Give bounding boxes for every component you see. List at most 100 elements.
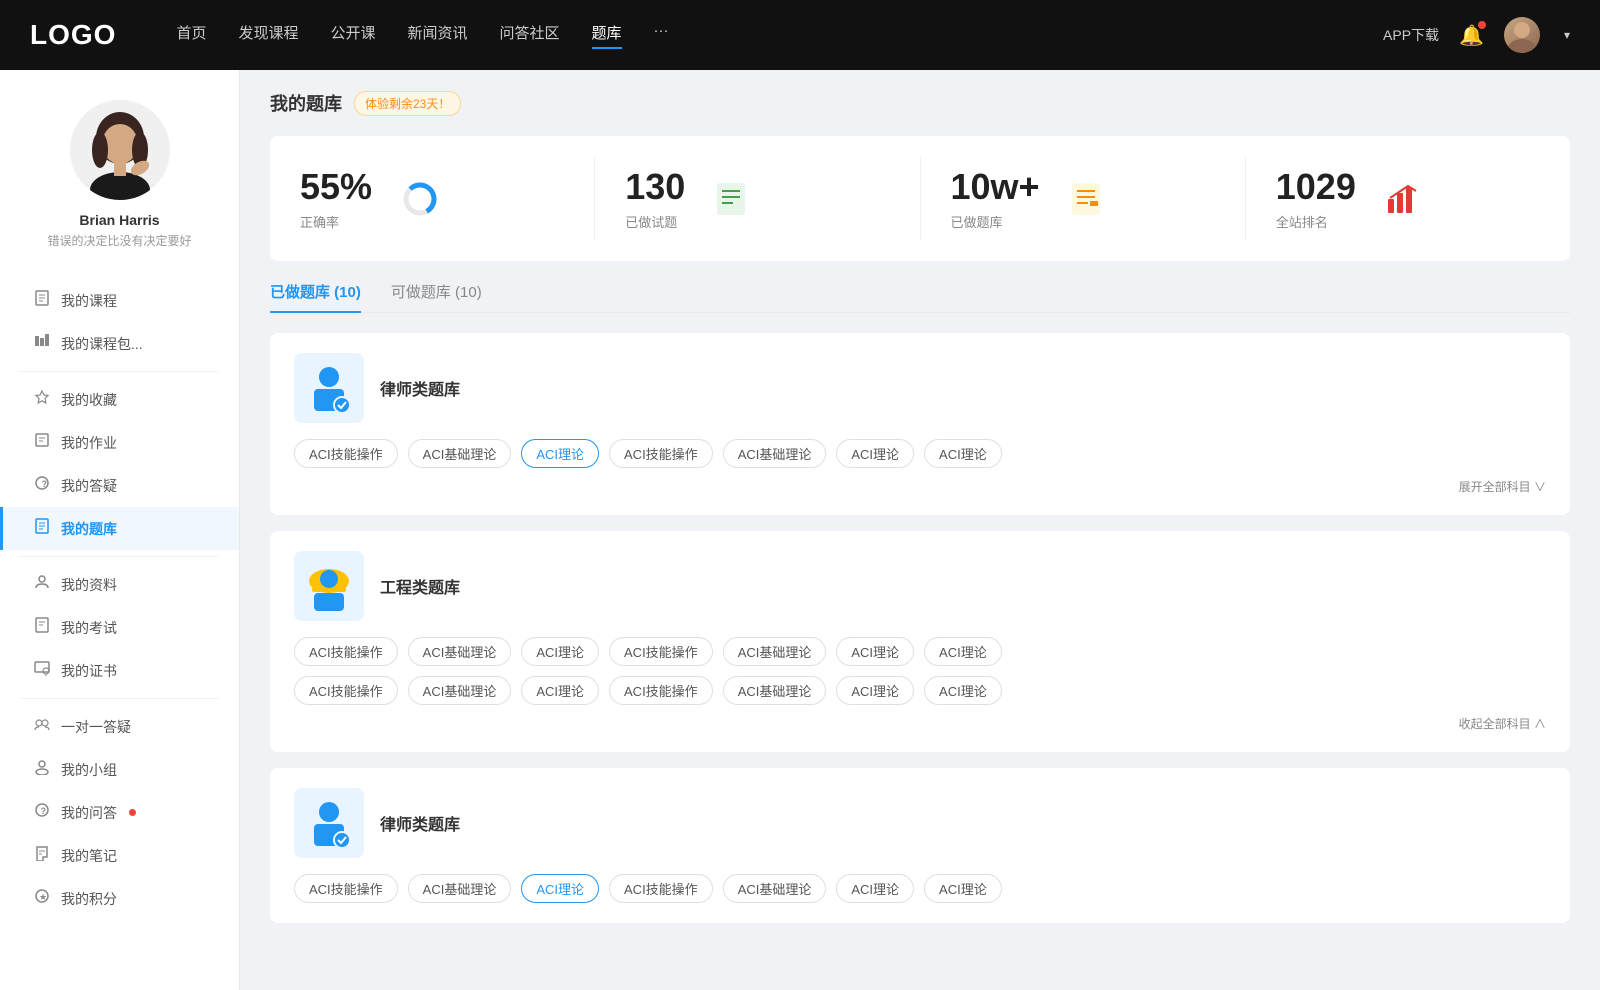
tag[interactable]: ACI理论 xyxy=(836,439,914,468)
tag[interactable]: ACI理论 xyxy=(924,439,1002,468)
expand-link-lawyer1[interactable]: 展开全部科目 ∨ xyxy=(294,478,1546,495)
tag[interactable]: ACI理论 xyxy=(836,676,914,705)
sidebar-item-questions[interactable]: ? 我的问答 xyxy=(0,791,239,834)
stat-banks-done: 10w+ 已做题库 xyxy=(921,156,1246,241)
sidebar-label-group: 我的小组 xyxy=(61,760,117,780)
tag[interactable]: ACI技能操作 xyxy=(609,439,713,468)
page-title: 我的题库 xyxy=(270,90,342,116)
svg-text:?: ? xyxy=(41,806,47,816)
accuracy-donut-icon xyxy=(400,179,440,219)
tag[interactable]: ACI基础理论 xyxy=(723,676,827,705)
nav-open-course[interactable]: 公开课 xyxy=(330,22,375,49)
tag[interactable]: ACI技能操作 xyxy=(609,874,713,903)
nav-home[interactable]: 首页 xyxy=(176,22,206,49)
nav-more[interactable]: ··· xyxy=(654,22,669,49)
sidebar-item-qa[interactable]: ? 我的答疑 xyxy=(0,464,239,507)
tag[interactable]: ACI基础理论 xyxy=(723,439,827,468)
homework-icon xyxy=(33,432,51,453)
sidebar-item-homework[interactable]: 我的作业 xyxy=(0,421,239,464)
course-package-icon xyxy=(33,333,51,354)
sidebar-item-profile[interactable]: 我的资料 xyxy=(0,563,239,606)
tag[interactable]: ACI基础理论 xyxy=(408,874,512,903)
sidebar-nav: 我的课程 我的课程包... 我的收藏 我的作业 xyxy=(0,279,239,920)
engineer-icon-wrap xyxy=(294,551,364,621)
tag[interactable]: ACI技能操作 xyxy=(609,676,713,705)
category-tags-engineer-row1: ACI技能操作 ACI基础理论 ACI理论 ACI技能操作 ACI基础理论 AC… xyxy=(294,637,1546,666)
sidebar-item-certificate[interactable]: 我的证书 xyxy=(0,649,239,692)
tag[interactable]: ACI基础理论 xyxy=(723,874,827,903)
category-tags-lawyer2: ACI技能操作 ACI基础理论 ACI理论 ACI技能操作 ACI基础理论 AC… xyxy=(294,874,1546,903)
accuracy-label: 正确率 xyxy=(300,212,384,231)
tag[interactable]: ACI理论 xyxy=(836,637,914,666)
ranking-icon xyxy=(1384,181,1420,217)
avatar[interactable] xyxy=(1504,17,1540,53)
stat-accuracy: 55% 正确率 xyxy=(270,156,595,241)
tag[interactable]: ACI基础理论 xyxy=(408,637,512,666)
collapse-link-engineer[interactable]: 收起全部科目 ∧ xyxy=(294,715,1546,732)
sidebar-item-my-courses[interactable]: 我的课程 xyxy=(0,279,239,322)
sidebar-item-notes[interactable]: 我的笔记 xyxy=(0,834,239,877)
questions-done-number: 130 xyxy=(625,166,685,208)
tag[interactable]: ACI技能操作 xyxy=(294,637,398,666)
app-download-button[interactable]: APP下载 xyxy=(1383,25,1439,45)
category-tags-lawyer1: ACI技能操作 ACI基础理论 ACI理论 ACI技能操作 ACI基础理论 AC… xyxy=(294,439,1546,468)
tag[interactable]: ACI技能操作 xyxy=(294,874,398,903)
tag[interactable]: ACI理论 xyxy=(924,874,1002,903)
sidebar-item-quiz-bank[interactable]: 我的题库 xyxy=(0,507,239,550)
lawyer-category-icon xyxy=(304,361,354,415)
category-title-lawyer1: 律师类题库 xyxy=(380,376,460,400)
tag[interactable]: ACI技能操作 xyxy=(609,637,713,666)
sidebar-item-course-package[interactable]: 我的课程包... xyxy=(0,322,239,365)
quiz-bank-icon xyxy=(33,518,51,539)
tag-active[interactable]: ACI理论 xyxy=(521,439,599,468)
user-name: Brian Harris xyxy=(79,212,159,228)
favorites-icon xyxy=(33,389,51,410)
sidebar-item-tutoring[interactable]: 一对一答疑 xyxy=(0,705,239,748)
sidebar-item-exam[interactable]: 我的考试 xyxy=(0,606,239,649)
notification-bell-icon[interactable]: 🔔 xyxy=(1459,23,1484,48)
lawyer-icon-wrap xyxy=(294,353,364,423)
tag[interactable]: ACI技能操作 xyxy=(294,676,398,705)
tag[interactable]: ACI理论 xyxy=(924,637,1002,666)
tab-done-banks[interactable]: 已做题库 (10) xyxy=(270,281,361,312)
tag[interactable]: ACI基础理论 xyxy=(723,637,827,666)
user-motto: 错误的决定比没有决定要好 xyxy=(47,232,191,249)
category-header-engineer: 工程类题库 xyxy=(294,551,1546,621)
sidebar-item-group[interactable]: 我的小组 xyxy=(0,748,239,791)
tag[interactable]: ACI理论 xyxy=(836,874,914,903)
nav-quiz[interactable]: 题库 xyxy=(592,22,622,49)
ranking-number: 1029 xyxy=(1276,166,1356,208)
profile-icon xyxy=(33,574,51,595)
category-card-lawyer2: 律师类题库 ACI技能操作 ACI基础理论 ACI理论 ACI技能操作 ACI基… xyxy=(270,768,1570,923)
svg-text:?: ? xyxy=(42,479,48,489)
category-header-lawyer2: 律师类题库 xyxy=(294,788,1546,858)
tag[interactable]: ACI理论 xyxy=(521,676,599,705)
accuracy-number: 55% xyxy=(300,166,372,208)
tag[interactable]: ACI理论 xyxy=(924,676,1002,705)
tag[interactable]: ACI技能操作 xyxy=(294,439,398,468)
tag[interactable]: ACI基础理论 xyxy=(408,676,512,705)
stat-ranking: 1029 全站排名 xyxy=(1246,156,1570,241)
user-avatar-icon xyxy=(70,100,170,200)
tag-active[interactable]: ACI理论 xyxy=(521,874,599,903)
my-courses-icon xyxy=(33,290,51,311)
tab-available-banks[interactable]: 可做题库 (10) xyxy=(391,281,482,312)
ranking-label: 全站排名 xyxy=(1276,212,1368,231)
ranking-value-group: 1029 全站排名 xyxy=(1276,166,1368,231)
questions-icon: ? xyxy=(33,802,51,823)
nav-discover[interactable]: 发现课程 xyxy=(238,22,298,49)
account-chevron-icon[interactable]: ▾ xyxy=(1564,28,1570,42)
sidebar-label-profile: 我的资料 xyxy=(61,575,117,595)
category-title-lawyer2: 律师类题库 xyxy=(380,811,460,835)
sidebar-label-course-package: 我的课程包... xyxy=(61,334,143,354)
nav-news[interactable]: 新闻资讯 xyxy=(408,22,468,49)
tag[interactable]: ACI基础理论 xyxy=(408,439,512,468)
nav-qa[interactable]: 问答社区 xyxy=(500,22,560,49)
tag[interactable]: ACI理论 xyxy=(521,637,599,666)
engineer-category-icon xyxy=(304,559,354,613)
main-content: 我的题库 体验剩余23天！ 55% 正确率 130 已 xyxy=(240,70,1600,990)
sidebar-item-points[interactable]: ★ 我的积分 xyxy=(0,877,239,920)
banks-done-value-group: 10w+ 已做题库 xyxy=(951,166,1052,231)
qa-icon: ? xyxy=(33,475,51,496)
sidebar-item-favorites[interactable]: 我的收藏 xyxy=(0,378,239,421)
